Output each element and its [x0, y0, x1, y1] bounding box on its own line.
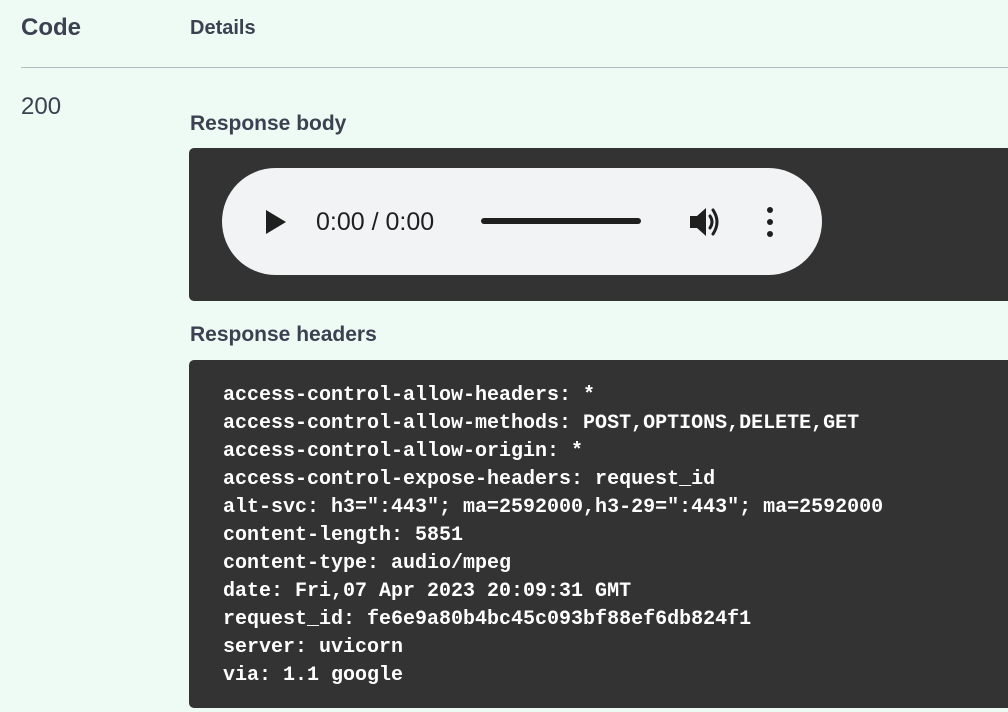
audio-progress-slider[interactable]: [481, 218, 641, 224]
response-body-block: 0:00 / 0:00: [189, 148, 1008, 301]
audio-player[interactable]: 0:00 / 0:00: [222, 168, 822, 275]
response-headers-block: access-control-allow-headers: * access-co…: [189, 360, 1008, 708]
header-line: content-type: audio/mpeg: [223, 552, 512, 575]
response-status-code: 200: [21, 93, 62, 120]
response-headers-label: Response headers: [190, 323, 377, 346]
code-column-header: Code: [21, 14, 81, 41]
more-vertical-icon[interactable]: [760, 206, 780, 238]
response-body-label: Response body: [190, 112, 347, 135]
header-line: server: uvicorn: [223, 636, 404, 659]
header-line: date: Fri,07 Apr 2023 20:09:31 GMT: [223, 580, 632, 603]
header-line: access-control-expose-headers: request_i…: [223, 468, 716, 491]
header-line: access-control-allow-origin: *: [223, 440, 584, 463]
header-line: access-control-allow-methods: POST,OPTIO…: [223, 412, 860, 435]
header-line: content-length: 5851: [223, 524, 464, 547]
header-line: alt-svc: h3=":443"; ma=2592000,h3-29=":4…: [223, 496, 884, 519]
header-line: access-control-allow-headers: *: [223, 384, 596, 407]
audio-time-display: 0:00 / 0:00: [316, 208, 435, 236]
header-line: via: 1.1 google: [223, 664, 404, 687]
details-column-header: Details: [190, 17, 256, 39]
header-line: request_id: fe6e9a80b4bc45c093bf88ef6db8…: [223, 608, 752, 631]
table-header-divider: [21, 67, 1008, 68]
response-headers-text: access-control-allow-headers: * access-co…: [223, 382, 883, 690]
play-icon[interactable]: [264, 209, 288, 235]
volume-icon[interactable]: [688, 205, 724, 239]
